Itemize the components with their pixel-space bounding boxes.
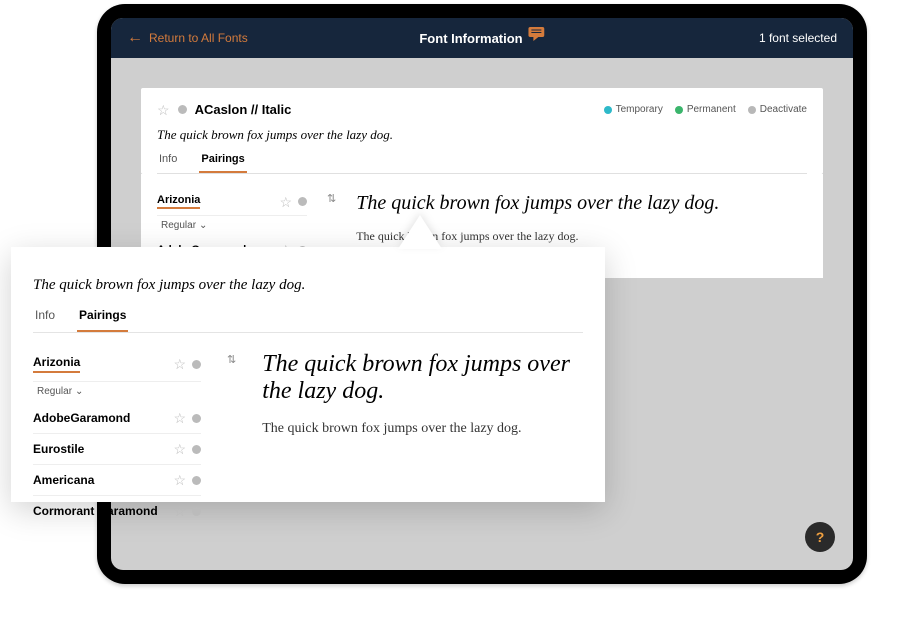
favorite-star-icon[interactable]: ☆	[173, 504, 186, 518]
pairing-row[interactable]: Americana ☆	[33, 465, 201, 496]
title-text: Font Information	[419, 31, 522, 46]
favorite-star-icon[interactable]: ☆	[279, 195, 292, 209]
font-sample-text: The quick brown fox jumps over the lazy …	[157, 127, 807, 143]
legend-deactivate: Deactivate	[748, 104, 807, 115]
status-dot[interactable]	[192, 414, 201, 423]
pairing-row[interactable]: Cormorant Garamond ☆	[33, 496, 201, 526]
pairing-name: Arizonia	[33, 355, 80, 373]
legend-temporary: Temporary	[604, 104, 663, 115]
preview-small: The quick brown fox jumps over the lazy …	[262, 421, 583, 437]
chat-icon[interactable]	[529, 27, 545, 44]
preview-large: The quick brown fox jumps over the lazy …	[262, 351, 583, 405]
favorite-star-icon[interactable]: ☆	[173, 357, 186, 371]
swap-order-icon[interactable]: ⇅	[327, 192, 336, 205]
tab-info[interactable]: Info	[33, 308, 57, 332]
legend-permanent: Permanent	[675, 104, 736, 115]
legend-dot-permanent	[675, 106, 683, 114]
popout-body: Arizonia ☆ Regular ⌄ AdobeGaramond ☆ Eur…	[33, 347, 583, 526]
help-icon: ?	[816, 529, 825, 545]
tab-pairings[interactable]: Pairings	[77, 308, 128, 332]
pairing-name: Eurostile	[33, 442, 84, 456]
status-dot[interactable]	[298, 197, 307, 206]
page-title: Font Information	[419, 30, 544, 47]
font-title: ACaslon // Italic	[195, 102, 292, 117]
popout-pairing-list: Arizonia ☆ Regular ⌄ AdobeGaramond ☆ Eur…	[33, 347, 201, 526]
pairing-name: Americana	[33, 473, 94, 487]
pairing-row-selected[interactable]: Arizonia ☆	[157, 188, 307, 216]
tab-info[interactable]: Info	[157, 153, 179, 173]
card-tabs: Info Pairings	[157, 153, 807, 174]
status-legend: Temporary Permanent Deactivate	[604, 104, 807, 115]
popout-sample-text: The quick brown fox jumps over the lazy …	[33, 277, 583, 294]
tab-pairings[interactable]: Pairings	[199, 153, 246, 173]
preview-large: The quick brown fox jumps over the lazy …	[356, 192, 807, 215]
back-label: Return to All Fonts	[149, 31, 248, 45]
app-topbar: ← Return to All Fonts Font Information 1…	[111, 18, 853, 58]
favorite-star-icon[interactable]: ☆	[173, 411, 186, 425]
status-dot[interactable]	[178, 105, 187, 114]
pairing-name: Arizonia	[157, 194, 200, 209]
weight-dropdown[interactable]: Regular ⌄	[161, 220, 307, 231]
popout-tabs: Info Pairings	[33, 308, 583, 333]
weight-dropdown[interactable]: Regular ⌄	[37, 386, 201, 397]
pairing-row[interactable]: Eurostile ☆	[33, 434, 201, 465]
pairing-row[interactable]: AdobeGaramond ☆	[33, 403, 201, 434]
legend-dot-deactivate	[748, 106, 756, 114]
card-top-row: ☆ ACaslon // Italic Temporary Permanent …	[157, 102, 807, 117]
favorite-star-icon[interactable]: ☆	[173, 473, 186, 487]
callout-pointer	[398, 215, 442, 249]
popout-preview: The quick brown fox jumps over the lazy …	[262, 347, 583, 526]
pairing-name: AdobeGaramond	[33, 411, 130, 425]
legend-dot-temporary	[604, 106, 612, 114]
pairing-row-selected[interactable]: Arizonia ☆	[33, 347, 201, 382]
chevron-down-icon: ⌄	[199, 220, 207, 231]
status-dot[interactable]	[192, 445, 201, 454]
back-arrow-icon: ←	[127, 30, 143, 46]
favorite-star-icon[interactable]: ☆	[173, 442, 186, 456]
selection-count: 1 font selected	[759, 31, 837, 45]
status-dot[interactable]	[192, 360, 201, 369]
help-button[interactable]: ?	[805, 522, 835, 552]
pairing-name: Cormorant Garamond	[33, 504, 158, 518]
status-dot[interactable]	[192, 507, 201, 516]
back-to-fonts-link[interactable]: ← Return to All Fonts	[127, 30, 248, 46]
font-header-card: ☆ ACaslon // Italic Temporary Permanent …	[141, 88, 823, 174]
status-dot[interactable]	[192, 476, 201, 485]
swap-order-icon[interactable]: ⇅	[227, 353, 236, 366]
favorite-star-icon[interactable]: ☆	[157, 103, 170, 117]
popout-panel: The quick brown fox jumps over the lazy …	[11, 247, 605, 502]
chevron-down-icon: ⌄	[75, 386, 83, 397]
